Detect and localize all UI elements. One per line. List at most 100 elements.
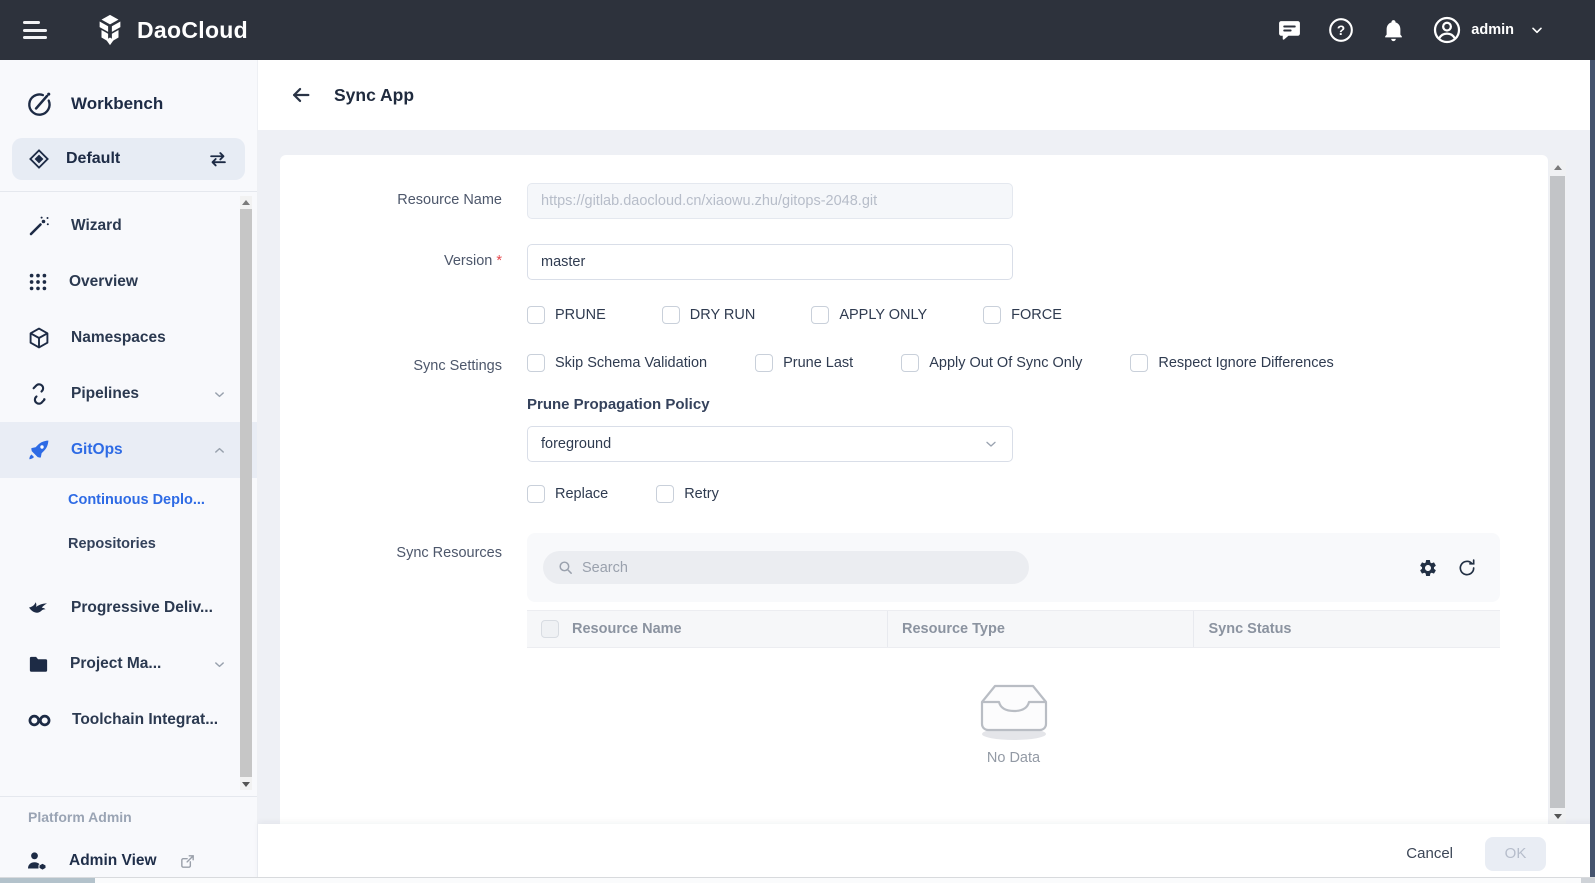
sidebar-item-progressive-delivery[interactable]: Progressive Deliv... bbox=[0, 580, 257, 636]
workbench-icon bbox=[26, 91, 53, 118]
sidebar-scrollbar[interactable] bbox=[240, 196, 252, 790]
search-input[interactable] bbox=[582, 560, 1015, 576]
sidebar-item-pipelines[interactable]: Pipelines bbox=[0, 366, 257, 422]
scrollbar-corner bbox=[1581, 878, 1595, 883]
checkbox-box[interactable] bbox=[527, 485, 545, 503]
sync-app-form-card: Resource Name Version* P bbox=[280, 155, 1548, 824]
checkbox-apply-only[interactable]: APPLY ONLY bbox=[811, 306, 927, 324]
brand-logo[interactable]: DaoCloud bbox=[93, 13, 248, 47]
column-resource-name: Resource Name bbox=[572, 621, 682, 637]
workbench-label: Workbench bbox=[71, 94, 163, 114]
switch-workspace-icon[interactable] bbox=[207, 148, 229, 170]
chevron-down-icon bbox=[212, 387, 227, 402]
scroll-up-arrow[interactable] bbox=[1549, 160, 1566, 175]
no-data-text: No Data bbox=[987, 750, 1040, 766]
form-footer: Cancel OK bbox=[258, 824, 1595, 883]
checkbox-force[interactable]: FORCE bbox=[983, 306, 1062, 324]
sidebar-subitem-continuous-deployment[interactable]: Continuous Deplo... bbox=[0, 478, 257, 522]
sidebar-item-wizard[interactable]: Wizard bbox=[0, 198, 257, 254]
chevron-down-icon[interactable] bbox=[1529, 22, 1545, 38]
checkbox-box[interactable] bbox=[656, 485, 674, 503]
sync-resources-label: Sync Resources bbox=[280, 533, 502, 561]
platform-admin-section-label: Platform Admin bbox=[28, 809, 257, 825]
sidebar-nav: Wizard Overview Namespaces Pipelines bbox=[0, 192, 257, 796]
horizontal-scrollbar[interactable] bbox=[0, 877, 1595, 883]
checkbox-box[interactable] bbox=[527, 354, 545, 372]
prune-policy-select[interactable]: foreground bbox=[527, 426, 1013, 462]
checkbox-replace[interactable]: Replace bbox=[527, 485, 608, 503]
checkbox-box[interactable] bbox=[901, 354, 919, 372]
main-panel: Sync App Resource Name Version* bbox=[258, 60, 1595, 883]
chevron-down-icon bbox=[983, 436, 999, 452]
cancel-button[interactable]: Cancel bbox=[1406, 845, 1453, 862]
notifications-bell-icon[interactable] bbox=[1380, 17, 1406, 43]
ok-button[interactable]: OK bbox=[1485, 837, 1546, 871]
chevron-up-icon bbox=[212, 443, 227, 458]
checkbox-box[interactable] bbox=[1130, 354, 1148, 372]
sidebar-item-gitops[interactable]: GitOps bbox=[0, 422, 257, 478]
checkbox-retry[interactable]: Retry bbox=[656, 485, 719, 503]
checkbox-box[interactable] bbox=[662, 306, 680, 324]
refresh-icon[interactable] bbox=[1457, 558, 1477, 578]
back-arrow-icon[interactable] bbox=[290, 84, 312, 106]
sidebar: Workbench Default Wizard bbox=[0, 60, 258, 883]
workspace-selector[interactable]: Default bbox=[12, 138, 245, 180]
search-input-wrap[interactable] bbox=[543, 551, 1029, 584]
sidebar-item-label: Progressive Deliv... bbox=[71, 599, 213, 617]
sidebar-item-label: Pipelines bbox=[71, 385, 139, 403]
checkbox-box[interactable] bbox=[811, 306, 829, 324]
required-asterisk: * bbox=[496, 253, 502, 269]
sidebar-item-overview[interactable]: Overview bbox=[0, 254, 257, 310]
sidebar-item-label: Overview bbox=[69, 273, 138, 291]
checkbox-dry-run[interactable]: DRY RUN bbox=[662, 306, 756, 324]
sidebar-item-label: Admin View bbox=[69, 852, 157, 870]
workbench-header[interactable]: Workbench bbox=[0, 82, 257, 126]
topbar: DaoCloud ? admin bbox=[0, 0, 1595, 60]
infinity-icon bbox=[27, 708, 52, 733]
settings-gear-icon[interactable] bbox=[1418, 558, 1438, 578]
chevron-down-icon bbox=[212, 657, 227, 672]
sidebar-item-namespaces[interactable]: Namespaces bbox=[0, 310, 257, 366]
sync-resources-table: Resource Name Resource Type Sync Status bbox=[527, 533, 1500, 806]
table-body: No Data bbox=[527, 648, 1500, 806]
checkbox-box[interactable] bbox=[983, 306, 1001, 324]
rocket-icon bbox=[27, 438, 51, 462]
content-scrollbar[interactable] bbox=[1549, 160, 1566, 824]
empty-tray-icon bbox=[969, 678, 1059, 742]
scroll-down-arrow[interactable] bbox=[240, 778, 252, 790]
resource-name-label: Resource Name bbox=[280, 183, 502, 208]
checkbox-apply-out-of-sync-only[interactable]: Apply Out Of Sync Only bbox=[901, 354, 1082, 372]
sidebar-item-label: Toolchain Integrat... bbox=[72, 711, 218, 729]
checkbox-box[interactable] bbox=[527, 306, 545, 324]
user-menu[interactable]: admin bbox=[1432, 15, 1545, 45]
sidebar-item-toolchain-integration[interactable]: Toolchain Integrat... bbox=[0, 692, 257, 748]
checkbox-prune-last[interactable]: Prune Last bbox=[755, 354, 853, 372]
prune-policy-value: foreground bbox=[541, 436, 611, 452]
sidebar-item-label: GitOps bbox=[71, 441, 123, 459]
scrollbar-thumb[interactable] bbox=[240, 209, 252, 777]
checkbox-skip-schema-validation[interactable]: Skip Schema Validation bbox=[527, 354, 707, 372]
sidebar-item-label: Namespaces bbox=[71, 329, 166, 347]
sync-settings-label: Sync Settings bbox=[280, 354, 502, 374]
select-all-checkbox[interactable] bbox=[541, 620, 559, 638]
version-input[interactable] bbox=[527, 244, 1013, 280]
resource-name-input[interactable] bbox=[527, 183, 1013, 219]
checkbox-box[interactable] bbox=[755, 354, 773, 372]
sidebar-item-project-management[interactable]: Project Ma... bbox=[0, 636, 257, 692]
sidebar-subitem-repositories[interactable]: Repositories bbox=[0, 522, 257, 566]
scroll-up-arrow[interactable] bbox=[240, 196, 252, 208]
scroll-down-arrow[interactable] bbox=[1549, 809, 1566, 824]
pipeline-links-icon bbox=[27, 382, 51, 406]
bird-icon bbox=[27, 596, 51, 620]
hscrollbar-thumb[interactable] bbox=[0, 878, 95, 883]
help-icon[interactable]: ? bbox=[1328, 17, 1354, 43]
user-name: admin bbox=[1471, 22, 1514, 38]
svg-text:?: ? bbox=[1337, 23, 1345, 38]
checkbox-prune[interactable]: PRUNE bbox=[527, 306, 606, 324]
version-label: Version bbox=[444, 253, 492, 269]
daocloud-cube-icon bbox=[93, 13, 127, 47]
menu-icon[interactable] bbox=[23, 21, 49, 39]
messages-icon[interactable] bbox=[1276, 17, 1302, 43]
scrollbar-thumb[interactable] bbox=[1550, 176, 1565, 808]
checkbox-respect-ignore-differences[interactable]: Respect Ignore Differences bbox=[1130, 354, 1333, 372]
